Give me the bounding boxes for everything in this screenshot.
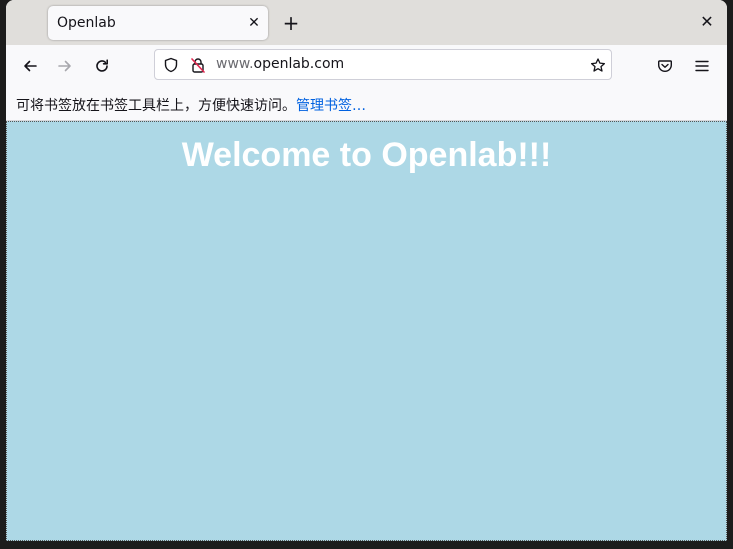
back-button[interactable]	[19, 55, 41, 77]
window-close-button[interactable]: ✕	[698, 13, 716, 31]
insecure-lock-icon[interactable]	[190, 57, 206, 73]
new-tab-button[interactable]: +	[280, 12, 302, 34]
tab-strip: Openlab ✕ + ✕	[6, 0, 727, 45]
app-menu-button[interactable]	[691, 55, 713, 77]
manage-bookmarks-link[interactable]: 管理书签…	[296, 98, 366, 114]
forward-button[interactable]	[54, 55, 76, 77]
url-text[interactable]: www.openlab.com	[216, 56, 344, 72]
url-bar[interactable]: www.openlab.com	[154, 49, 612, 80]
bookmarks-toolbar: 可将书签放在书签工具栏上，方便快速访问。管理书签…	[6, 87, 727, 121]
bookmarks-hint: 可将书签放在书签工具栏上，方便快速访问。管理书签…	[16, 95, 366, 115]
page-heading: Welcome to Openlab!!!	[181, 136, 552, 174]
tab-title: Openlab	[57, 15, 116, 31]
reload-icon	[96, 59, 108, 72]
tab-close-icon[interactable]: ✕	[246, 15, 262, 31]
browser-window: Openlab ✕ + ✕ www.openlab.com 可将书签放在书签工具…	[6, 0, 727, 541]
hamburger-menu-icon	[695, 60, 709, 72]
page-content: Welcome to Openlab!!!	[6, 121, 727, 541]
pocket-button[interactable]	[654, 55, 676, 77]
url-prefix: www.	[216, 56, 254, 72]
reload-button[interactable]	[91, 55, 113, 77]
pocket-icon	[658, 60, 672, 72]
star-icon[interactable]	[590, 57, 606, 73]
arrow-right-icon	[58, 60, 71, 72]
arrow-left-icon	[24, 60, 37, 72]
url-domain: openlab.com	[253, 56, 345, 72]
tab-openlab[interactable]: Openlab ✕	[48, 6, 268, 40]
shield-icon[interactable]	[163, 57, 179, 73]
bookmarks-hint-text: 可将书签放在书签工具栏上，方便快速访问。	[16, 98, 296, 114]
navigation-toolbar: www.openlab.com	[6, 45, 727, 87]
